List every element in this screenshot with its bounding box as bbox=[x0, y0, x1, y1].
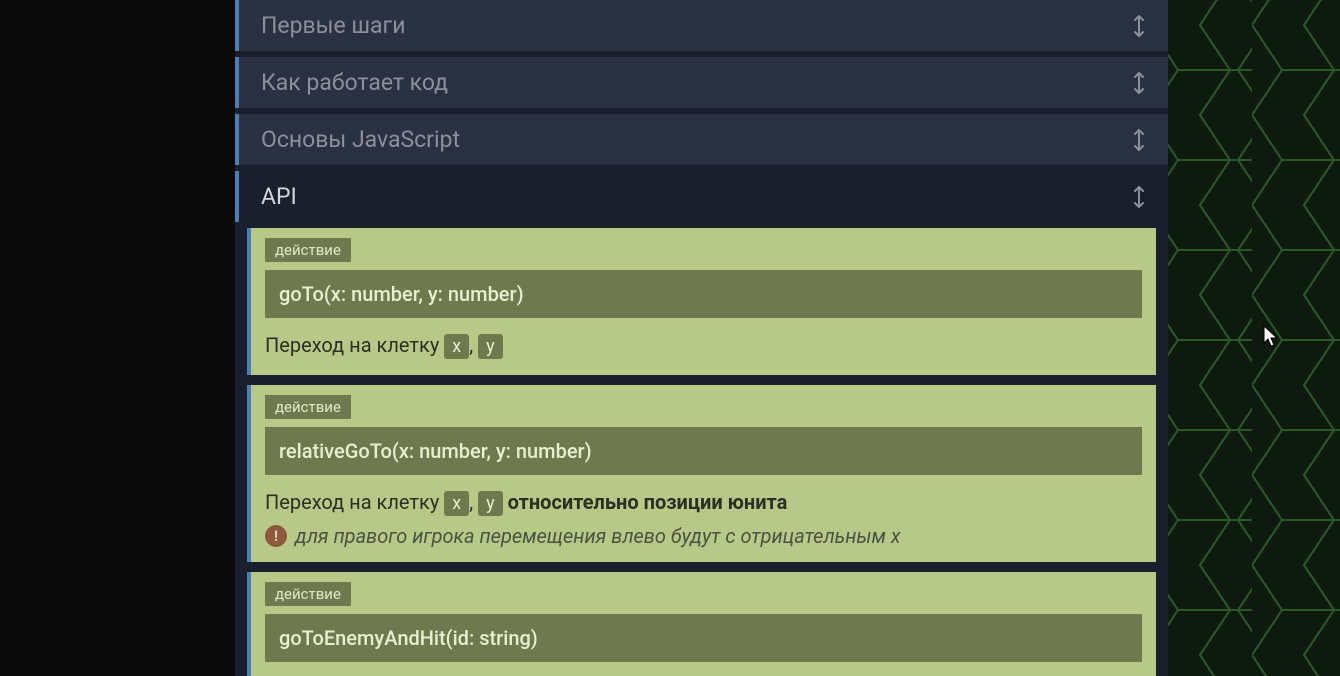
expand-collapse-icon bbox=[1132, 128, 1146, 152]
mouse-cursor-icon bbox=[1263, 325, 1281, 349]
api-signature: goTo(x: number, y: number) bbox=[265, 270, 1142, 318]
section-title: Основы JavaScript bbox=[261, 126, 460, 153]
expand-collapse-icon bbox=[1132, 185, 1146, 209]
code-param-x: x bbox=[444, 334, 469, 359]
section-title: Первые шаги bbox=[261, 12, 405, 39]
api-card-gotoenemy: действие goToEnemyAndHit(id: string) Пер… bbox=[247, 572, 1156, 676]
desc-sep: , bbox=[469, 333, 478, 357]
code-param-x: x bbox=[444, 491, 469, 516]
hex-grid-background bbox=[1168, 0, 1340, 676]
section-title: Как работает код bbox=[261, 69, 448, 96]
docs-panel: Первые шаги Как работает код Основы Java… bbox=[235, 0, 1168, 676]
game-board-area bbox=[1168, 0, 1340, 676]
api-signature: goToEnemyAndHit(id: string) bbox=[265, 614, 1142, 662]
api-description: Переход на клетку x, y bbox=[265, 330, 1142, 361]
desc-text: Переход на клетку bbox=[265, 490, 444, 514]
left-gutter bbox=[0, 0, 235, 676]
api-card-goto: действие goTo(x: number, y: number) Пере… bbox=[247, 228, 1156, 375]
desc-sep: , bbox=[469, 490, 478, 514]
note-before: для правого игрока перемещения влево буд… bbox=[295, 524, 891, 548]
section-how-code-works[interactable]: Как работает код bbox=[235, 57, 1168, 108]
action-tag: действие bbox=[265, 395, 351, 419]
api-signature: relativeGoTo(x: number, y: number) bbox=[265, 427, 1142, 475]
api-body: действие goTo(x: number, y: number) Пере… bbox=[235, 228, 1168, 676]
section-js-basics[interactable]: Основы JavaScript bbox=[235, 114, 1168, 165]
desc-text: Переход на клетку bbox=[265, 333, 444, 357]
api-note: ! для правого игрока перемещения влево б… bbox=[265, 524, 1142, 548]
section-title: API bbox=[261, 183, 297, 210]
section-first-steps[interactable]: Первые шаги bbox=[235, 0, 1168, 51]
action-tag: действие bbox=[265, 238, 351, 262]
expand-collapse-icon bbox=[1132, 14, 1146, 38]
api-card-relativegoto: действие relativeGoTo(x: number, y: numb… bbox=[247, 385, 1156, 562]
expand-collapse-icon bbox=[1132, 71, 1146, 95]
warning-icon: ! bbox=[265, 525, 287, 547]
desc-strong: относительно позиции юнита bbox=[503, 490, 788, 514]
code-param-y: y bbox=[478, 334, 503, 359]
api-description: Переход на клетку x, y относительно пози… bbox=[265, 487, 1142, 518]
code-param-x: x bbox=[891, 524, 901, 548]
action-tag: действие bbox=[265, 582, 351, 606]
section-api[interactable]: API bbox=[235, 171, 1168, 222]
note-text: для правого игрока перемещения влево буд… bbox=[295, 524, 900, 548]
code-param-y: y bbox=[478, 491, 503, 516]
